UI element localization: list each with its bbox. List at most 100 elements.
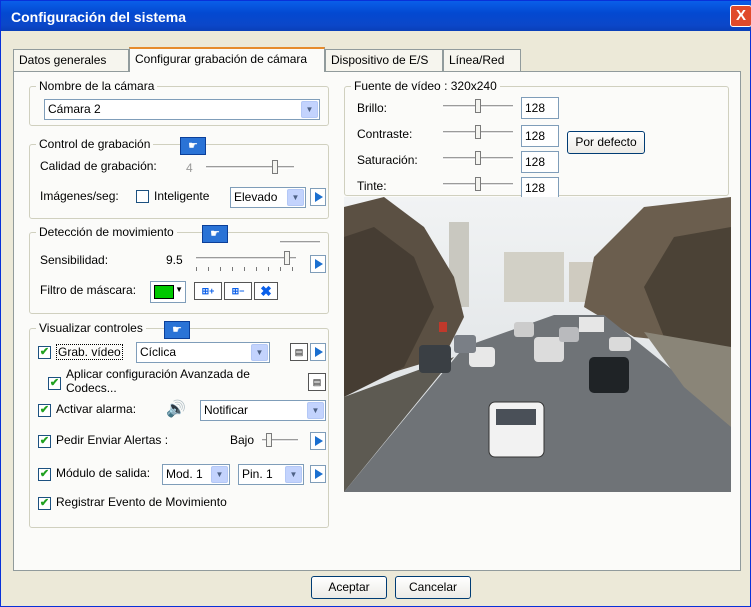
advanced-codecs-checkbox[interactable]: ✔ — [48, 377, 61, 390]
record-icon[interactable]: ▤ — [290, 343, 308, 361]
mask-color-swatch — [154, 285, 174, 299]
slider-thumb[interactable] — [475, 151, 481, 165]
sensitivity-label: Sensibilidad: — [40, 253, 109, 267]
output-module-checkbox[interactable]: ✔ — [38, 468, 51, 481]
quality-slider[interactable] — [206, 158, 294, 178]
hue-label: Tinte: — [357, 179, 387, 193]
recording-control-label: Control de grabación — [36, 137, 154, 151]
slider-thumb[interactable] — [272, 160, 278, 174]
alarm-label: Activar alarma: — [56, 402, 137, 416]
sensitivity-slider[interactable] — [196, 249, 296, 271]
display-controls-label: Visualizar controles — [36, 321, 146, 335]
chevron-down-icon[interactable]: ▼ — [285, 466, 302, 483]
brightness-slider[interactable] — [443, 97, 513, 117]
chevron-down-icon[interactable]: ▼ — [251, 344, 268, 361]
slider-thumb[interactable] — [284, 251, 290, 265]
log-motion-checkbox[interactable]: ✔ — [38, 497, 51, 510]
alarm-checkbox[interactable]: ✔ — [38, 404, 51, 417]
saturation-value[interactable]: 128 — [521, 151, 559, 173]
camera-name-select[interactable]: Cámara 2 ▼ — [44, 99, 320, 120]
saturation-label: Saturación: — [357, 153, 418, 167]
ok-button[interactable]: Aceptar — [311, 576, 387, 599]
pin-select[interactable]: Pin. 1 ▼ — [238, 464, 304, 485]
brightness-label: Brillo: — [357, 101, 388, 115]
tab-page: Nombre de la cámara Cámara 2 ▼ Control d… — [13, 71, 741, 571]
recording-control-group: Control de grabación ☛ Calidad de grabac… — [29, 137, 329, 219]
slider-track — [196, 257, 296, 260]
mask-color-picker[interactable]: ▼ — [150, 281, 186, 303]
hand-pointer-icon[interactable]: ☛ — [164, 321, 190, 339]
display-controls-group: Visualizar controles ☛ ✔ Grab. vídeo Cíc… — [29, 321, 329, 528]
camera-name-value: Cámara 2 — [48, 102, 101, 116]
play-icon[interactable] — [310, 432, 326, 450]
hand-pointer-icon[interactable]: ☛ — [202, 225, 228, 243]
mask-filter-label: Filtro de máscara: — [40, 283, 137, 297]
contrast-label: Contraste: — [357, 127, 413, 141]
log-motion-label: Registrar Evento de Movimiento — [56, 495, 227, 509]
slider-track — [206, 166, 294, 169]
codec-settings-icon[interactable]: ▤ — [308, 373, 326, 391]
title-bar: Configuración del sistema X — [1, 1, 751, 31]
chevron-down-icon[interactable]: ▼ — [301, 101, 318, 118]
slider-thumb[interactable] — [475, 125, 481, 139]
clear-mask-icon[interactable]: ✖ — [254, 282, 278, 300]
default-button[interactable]: Por defecto — [567, 131, 645, 154]
close-button[interactable]: X — [730, 5, 751, 27]
smart-checkbox[interactable] — [136, 190, 149, 203]
alerts-label: Pedir Enviar Alertas : — [56, 433, 169, 447]
slider-ticks — [196, 267, 296, 271]
remove-mask-icon[interactable]: ⊞− — [224, 282, 252, 300]
hue-value[interactable]: 128 — [521, 177, 559, 199]
speaker-icon[interactable]: 🔊 — [166, 399, 186, 419]
output-module-label: Módulo de salida: — [56, 466, 151, 480]
alerts-slider[interactable] — [262, 431, 298, 451]
smart-label: Inteligente — [154, 189, 210, 203]
quality-value: 4 — [186, 161, 193, 175]
contrast-slider[interactable] — [443, 123, 513, 143]
hue-slider[interactable] — [443, 175, 513, 195]
brightness-value[interactable]: 128 — [521, 97, 559, 119]
video-source-label: Fuente de vídeo : 320x240 — [351, 79, 500, 93]
add-mask-icon[interactable]: ⊞+ — [194, 282, 222, 300]
hand-pointer-icon[interactable]: ☛ — [180, 137, 206, 155]
alerts-level: Bajo — [230, 433, 255, 447]
alarm-value: Notificar — [204, 403, 249, 417]
advanced-codecs-label: Aplicar configuración Avanzada de Codecs… — [66, 367, 250, 395]
pin-value: Pin. 1 — [242, 467, 273, 481]
slider-thumb[interactable] — [475, 99, 481, 113]
play-icon[interactable] — [310, 188, 326, 206]
module-select[interactable]: Mod. 1 ▼ — [162, 464, 230, 485]
saturation-slider[interactable] — [443, 149, 513, 169]
chevron-down-icon[interactable]: ▼ — [287, 189, 304, 206]
slider-thumb[interactable] — [266, 433, 272, 447]
window-title: Configuración del sistema — [11, 9, 187, 25]
sensitivity-value: 9.5 — [166, 253, 183, 267]
record-video-checkbox[interactable]: ✔ — [38, 346, 51, 359]
contrast-value[interactable]: 128 — [521, 125, 559, 147]
chevron-down-icon[interactable]: ▼ — [175, 285, 183, 294]
play-icon[interactable] — [310, 343, 326, 361]
alarm-select[interactable]: Notificar ▼ — [200, 400, 326, 421]
tab-line-network[interactable]: Línea/Red — [443, 49, 521, 71]
tab-io-device[interactable]: Dispositivo de E/S — [325, 49, 443, 71]
record-video-select[interactable]: Cíclica ▼ — [136, 342, 270, 363]
fps-label: Imágenes/seg: — [40, 189, 119, 203]
slider-thumb[interactable] — [475, 177, 481, 191]
fps-select[interactable]: Elevado ▼ — [230, 187, 306, 208]
cancel-button[interactable]: Cancelar — [395, 576, 471, 599]
motion-detection-group: Detección de movimiento ☛ Sensibilidad: … — [29, 225, 329, 314]
chevron-down-icon[interactable]: ▼ — [211, 466, 228, 483]
motion-detection-label: Detección de movimiento — [36, 225, 177, 239]
alerts-checkbox[interactable]: ✔ — [38, 435, 51, 448]
play-icon[interactable] — [310, 465, 326, 483]
chevron-down-icon[interactable]: ▼ — [307, 402, 324, 419]
camera-name-group: Nombre de la cámara Cámara 2 ▼ — [29, 79, 329, 126]
slider-track — [280, 241, 320, 244]
record-video-label: Grab. vídeo — [56, 344, 123, 360]
video-preview — [344, 197, 731, 492]
tab-camera-recording[interactable]: Configurar grabación de cámara — [129, 47, 325, 72]
record-video-value: Cíclica — [140, 345, 177, 359]
tab-general-data[interactable]: Datos generales — [13, 49, 129, 71]
play-icon[interactable] — [310, 255, 326, 273]
camera-name-label: Nombre de la cámara — [36, 79, 158, 93]
